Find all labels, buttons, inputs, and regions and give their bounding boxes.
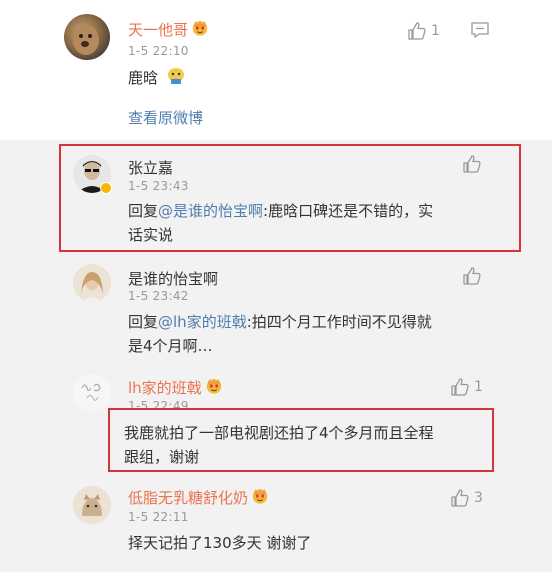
dog-photo-icon (73, 25, 99, 55)
main-comment: 天一他哥 1-5 22:10 鹿晗 1 查看原微博 (0, 0, 552, 140)
vip-emoji-icon (205, 377, 223, 395)
person-photo-icon (73, 264, 111, 302)
comment-time: 1-5 22:10 (128, 44, 189, 58)
avatar[interactable] (73, 486, 111, 524)
reply-icon (471, 22, 489, 38)
handwriting-avatar-icon (73, 374, 111, 412)
vip-emoji-icon (251, 487, 269, 505)
comment-author[interactable]: 天一他哥 (128, 19, 209, 40)
reply-author[interactable]: lh家的班戟 (128, 377, 223, 398)
like-count: 1 (431, 23, 440, 39)
highlight-box (108, 408, 494, 472)
reply-time: 1-5 22:11 (128, 510, 189, 524)
mention-link[interactable]: @lh家的班戟 (158, 313, 247, 331)
like-button[interactable]: 1 (407, 21, 440, 41)
like-count: 1 (474, 379, 483, 395)
thumbs-up-icon (450, 377, 470, 397)
thumbs-up-icon (407, 21, 427, 41)
like-button[interactable] (462, 266, 482, 286)
doge-emoji-icon (167, 68, 184, 84)
comment-text: 鹿晗 (128, 66, 187, 90)
reply-author[interactable]: 低脂无乳糖舒化奶 (128, 487, 269, 508)
reply-text: 择天记拍了130多天 谢谢了 (128, 534, 312, 552)
like-count: 3 (474, 490, 483, 506)
thumbs-up-icon (450, 488, 470, 508)
avatar[interactable] (64, 14, 110, 60)
cat-photo-icon (73, 486, 111, 524)
highlight-box (59, 144, 521, 252)
reply-button[interactable] (470, 21, 490, 43)
avatar[interactable] (73, 374, 111, 412)
vip-emoji-icon (191, 19, 209, 37)
thumbs-up-icon (462, 266, 482, 286)
view-original-link[interactable]: 查看原微博 (128, 107, 203, 128)
like-button[interactable]: 1 (450, 377, 483, 397)
avatar[interactable] (73, 264, 111, 302)
like-button[interactable]: 3 (450, 488, 483, 508)
reply-text: 回复@lh家的班戟:拍四个月工作时间不见得就 是4个月啊… (128, 313, 432, 355)
reply-author[interactable]: 是谁的怡宝啊 (128, 268, 218, 289)
reply-time: 1-5 23:42 (128, 289, 189, 303)
